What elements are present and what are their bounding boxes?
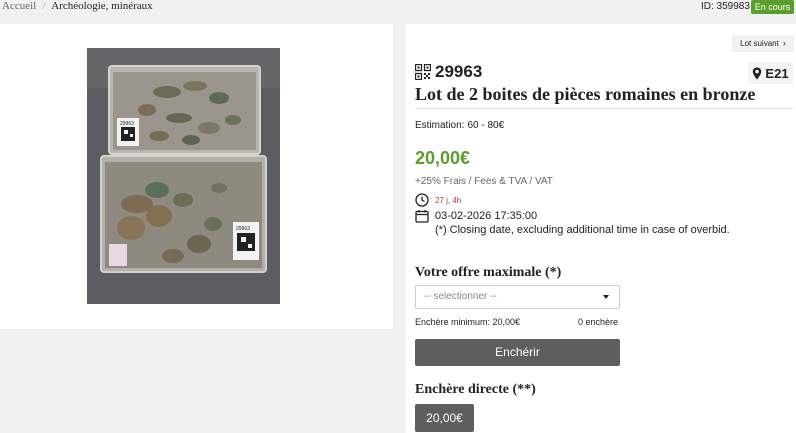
bid-button[interactable]: Enchérir: [415, 339, 620, 366]
time-left: 27 j, 4h: [435, 195, 462, 205]
next-lot-button[interactable]: Lot suivant ›: [732, 35, 794, 52]
chevron-right-icon: ›: [782, 38, 786, 48]
lot-id-label: ID: 359983: [701, 1, 750, 12]
close-date-row: 03-02-2026 17:35:00: [415, 209, 537, 223]
photo-bottom-tag-label: 29963: [236, 226, 250, 232]
clock-icon: [415, 193, 429, 207]
coins-boxes-image: 29963 29963: [87, 48, 280, 304]
lot-info-panel: Lot suivant › 29963 E21 Lot de 2 boites d…: [406, 24, 796, 433]
divider: [415, 108, 793, 109]
estimate-label: Estimation:: [415, 120, 465, 131]
caret-down-icon: [603, 295, 609, 299]
direct-bid-label: Enchère directe (**): [415, 382, 536, 397]
lot-number: 29963: [435, 62, 483, 81]
image-panel: 29963 29963: [0, 24, 393, 329]
estimate-value: 60 - 80€: [467, 120, 505, 131]
top-bar: Accueil / Archéologie, minéraux ID: 359983…: [0, 0, 796, 14]
next-lot-label: Lot suivant: [740, 39, 779, 48]
breadcrumb: Accueil / Archéologie, minéraux: [2, 0, 153, 13]
breadcrumb-separator: /: [42, 0, 46, 12]
calendar-icon: [415, 210, 429, 223]
current-price: 20,00€: [415, 148, 471, 168]
max-offer-label: Votre offre maximale (*): [415, 265, 562, 280]
lot-title: Lot de 2 boites de pièces romaines en br…: [415, 84, 756, 104]
qr-code-icon: [415, 64, 431, 80]
status-badge: En cours: [751, 0, 794, 14]
max-offer-select[interactable]: -- selectionner --: [415, 285, 620, 309]
minimum-bid: Enchère minimum: 20,00€: [415, 317, 521, 327]
select-placeholder: -- selectionner --: [424, 291, 497, 302]
bid-count: 0 enchère: [578, 317, 619, 327]
direct-bid-button[interactable]: 20,00€: [415, 404, 474, 432]
lot-number-row: 29963: [415, 62, 482, 82]
location-code: E21: [765, 65, 789, 81]
location-badge: E21: [748, 62, 793, 84]
map-pin-icon: [753, 67, 762, 79]
close-date: 03-02-2026 17:35:00: [435, 210, 538, 222]
photo-top-tag-label: 29963: [120, 121, 134, 127]
closing-note: (*) Closing date, excluding additional t…: [435, 224, 730, 236]
fees-note: +25% Frais / Fees & TVA / VAT: [415, 176, 553, 187]
estimate: Estimation: 60 - 80€: [415, 120, 504, 131]
time-left-row: 27 j, 4h: [415, 193, 461, 207]
breadcrumb-home-link[interactable]: Accueil: [2, 0, 36, 12]
lot-photo[interactable]: 29963 29963: [87, 48, 280, 304]
breadcrumb-current[interactable]: Archéologie, minéraux: [51, 0, 152, 12]
